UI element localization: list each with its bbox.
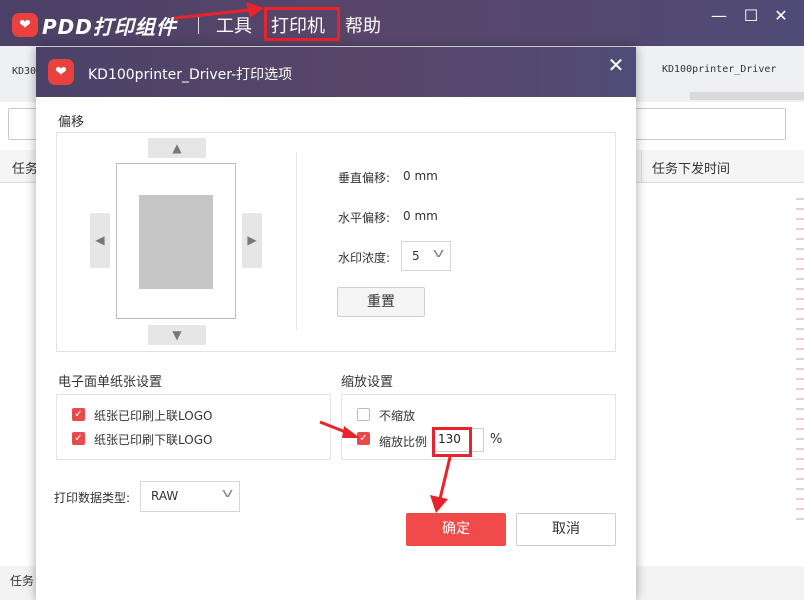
- annotation-arrow-icon: [173, 2, 264, 20]
- bottom-logo-checkbox[interactable]: ✓: [72, 432, 85, 445]
- chevron-down-icon: v: [432, 246, 445, 260]
- footer-label: 任务: [10, 574, 35, 588]
- data-type-label: 打印数据类型:: [54, 491, 131, 505]
- vertical-offset-value: 0 mm: [403, 169, 438, 183]
- printer-menu-highlight: [264, 7, 340, 41]
- top-logo-label: 纸张已印刷上联LOGO: [94, 409, 213, 423]
- arrow-right-icon[interactable]: ▶: [242, 213, 262, 268]
- top-logo-checkbox[interactable]: ✓: [72, 408, 85, 421]
- maximize-button[interactable]: ☐: [740, 6, 762, 26]
- chevron-down-icon: v: [221, 486, 234, 500]
- scale-ratio-label: 缩放比例: [379, 435, 428, 449]
- app-brand: PDD打印组件: [42, 15, 177, 39]
- column-send-time: 任务下发时间: [652, 162, 731, 177]
- ratio-highlight: [432, 427, 472, 457]
- printer-name-left: KD30: [12, 66, 37, 77]
- watermark-density-value: 5: [412, 249, 420, 263]
- annotation-arrow-icon: [319, 420, 360, 438]
- printer-status-bar: [690, 92, 804, 100]
- menu-help[interactable]: 帮助: [345, 12, 381, 38]
- horizontal-offset-value: 0 mm: [403, 209, 438, 223]
- column-divider: [641, 150, 642, 182]
- annotation-arrow-icon: [430, 456, 452, 513]
- checkmark-icon: ✓: [74, 433, 83, 444]
- offset-section-label: 偏移: [58, 115, 85, 130]
- dialog-close-icon[interactable]: ✕: [604, 53, 628, 77]
- arrow-left-icon[interactable]: ◀: [90, 213, 110, 268]
- arrow-down-icon[interactable]: ▼: [148, 325, 206, 345]
- offset-divider: [296, 152, 297, 330]
- paper-section-label: 电子面单纸张设置: [58, 375, 163, 390]
- vertical-offset-label: 垂直偏移:: [338, 171, 391, 185]
- reset-button[interactable]: 重置: [337, 287, 425, 317]
- app-logo-icon: ❤: [12, 13, 38, 37]
- printer-name-right: KD100printer_Driver: [662, 64, 777, 75]
- no-scale-label: 不缩放: [379, 409, 416, 423]
- paper-panel: [56, 394, 331, 460]
- data-type-value: RAW: [151, 489, 179, 503]
- dialog-logo-icon: ❤: [48, 59, 74, 85]
- scale-section-label: 缩放设置: [341, 375, 394, 390]
- ok-button[interactable]: 确定: [406, 513, 506, 546]
- watermark-density-label: 水印浓度:: [338, 251, 391, 265]
- print-area-preview: [139, 195, 213, 289]
- side-decoration: [796, 190, 804, 520]
- watermark-density-select[interactable]: 5 v: [401, 241, 451, 271]
- percent-unit: %: [490, 432, 503, 447]
- bottom-logo-label: 纸张已印刷下联LOGO: [94, 433, 213, 447]
- horizontal-offset-label: 水平偏移:: [338, 211, 391, 225]
- column-task: 任务: [12, 162, 39, 177]
- cancel-button[interactable]: 取消: [516, 513, 616, 546]
- dialog-title: KD100printer_Driver-打印选项: [88, 67, 293, 83]
- close-window-button[interactable]: ✕: [770, 6, 792, 26]
- arrow-up-icon[interactable]: ▲: [148, 138, 206, 158]
- data-type-select[interactable]: RAW v: [140, 481, 240, 512]
- minimize-button[interactable]: —: [708, 6, 730, 26]
- checkmark-icon: ✓: [74, 409, 83, 420]
